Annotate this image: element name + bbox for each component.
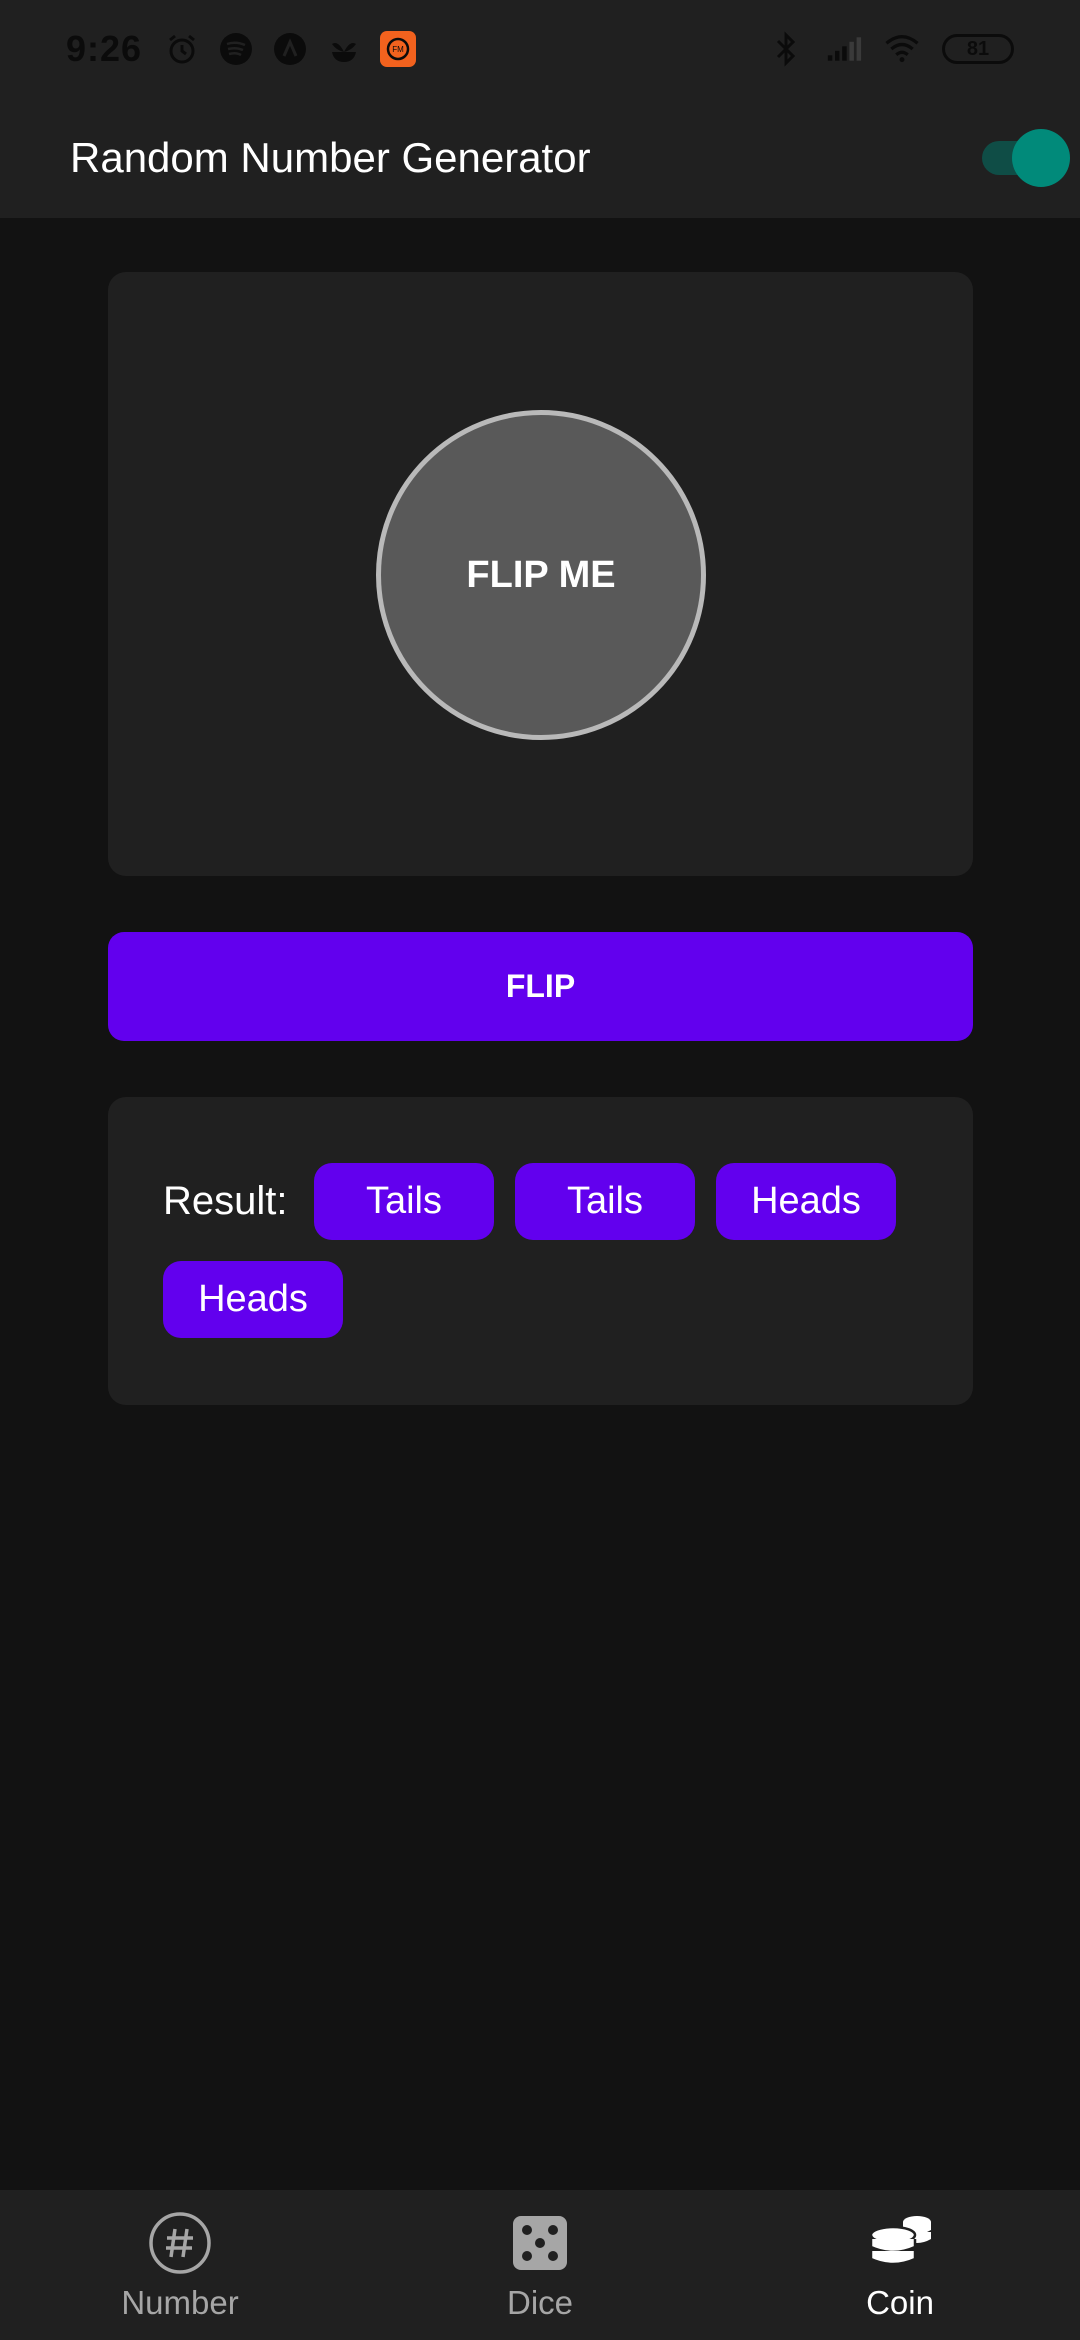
spotify-icon (218, 31, 254, 67)
screen: 9:26 FM 81 Random Number Generator FLIP … (0, 0, 1080, 2340)
theme-toggle[interactable] (978, 129, 1070, 187)
result-chip: Tails (314, 1163, 494, 1240)
wifi-icon (884, 31, 920, 67)
coin-button[interactable]: FLIP ME (376, 410, 706, 740)
status-bar: 9:26 FM 81 (0, 0, 1080, 98)
notification-icons: FM (164, 31, 417, 67)
flip-button[interactable]: FLIP (108, 932, 973, 1041)
fm-app-icon: FM (380, 31, 417, 67)
system-icons: 81 (768, 31, 1014, 67)
hash-icon (147, 2210, 213, 2276)
page-title: Random Number Generator (70, 134, 591, 181)
result-chip: Heads (716, 1163, 896, 1240)
plant-icon (326, 31, 362, 67)
dice-icon (507, 2210, 573, 2276)
alarm-icon (164, 31, 200, 67)
nav-item-number[interactable]: Number (0, 2190, 360, 2340)
bluetooth-icon (768, 31, 804, 67)
coins-icon (867, 2210, 933, 2276)
nav-item-dice[interactable]: Dice (360, 2190, 720, 2340)
app-bar: Random Number Generator (0, 98, 1080, 218)
nav-label: Dice (506, 2284, 574, 2321)
coin-card: FLIP ME (108, 272, 973, 876)
app-icon (272, 31, 308, 67)
result-label: Result: (163, 1179, 288, 1223)
battery-icon: 81 (942, 34, 1014, 64)
nav-item-coin[interactable]: Coin (720, 2190, 1080, 2340)
nav-label: Coin (866, 2284, 934, 2321)
result-chip: Tails (515, 1163, 695, 1240)
nav-label: Number (121, 2284, 239, 2321)
status-time: 9:26 (66, 28, 143, 69)
toggle-thumb (1012, 129, 1070, 187)
result-chip: Heads (163, 1261, 343, 1338)
svg-text:FM: FM (392, 45, 404, 54)
result-card: Result: Tails Tails Heads Heads (108, 1097, 973, 1405)
bottom-nav: Number Dice Coin (0, 2190, 1080, 2340)
signal-icon (826, 31, 862, 67)
